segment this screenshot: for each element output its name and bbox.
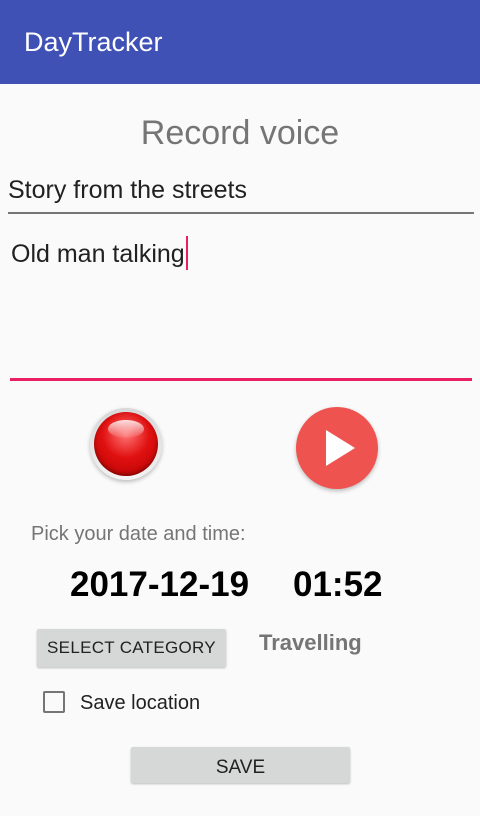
save-button[interactable]: SAVE [131, 747, 350, 783]
app-title: DayTracker [24, 27, 163, 57]
datetime-label: Pick your date and time: [31, 523, 246, 545]
record-button[interactable] [90, 408, 162, 480]
title-field[interactable]: Story from the streets [8, 170, 474, 214]
select-category-button[interactable]: SELECT CATEGORY [37, 629, 226, 667]
description-text: Old man talking [11, 240, 185, 268]
description-field-value: Old man talking [11, 236, 188, 270]
play-button[interactable] [296, 407, 378, 489]
page-heading: Record voice [140, 114, 340, 152]
date-picker[interactable]: 2017-12-19 [70, 563, 249, 607]
time-picker[interactable]: 01:52 [293, 563, 383, 607]
text-cursor [185, 236, 188, 270]
record-icon-shine [108, 420, 144, 438]
save-location-label[interactable]: Save location [80, 690, 200, 716]
record-icon [94, 412, 158, 476]
save-location-checkbox[interactable] [43, 691, 65, 713]
play-icon [326, 430, 355, 466]
description-field[interactable]: Old man talking [10, 228, 472, 381]
title-field-value: Story from the streets [8, 176, 247, 204]
selected-category: Travelling [259, 630, 362, 655]
app-bar: DayTracker [0, 0, 480, 84]
